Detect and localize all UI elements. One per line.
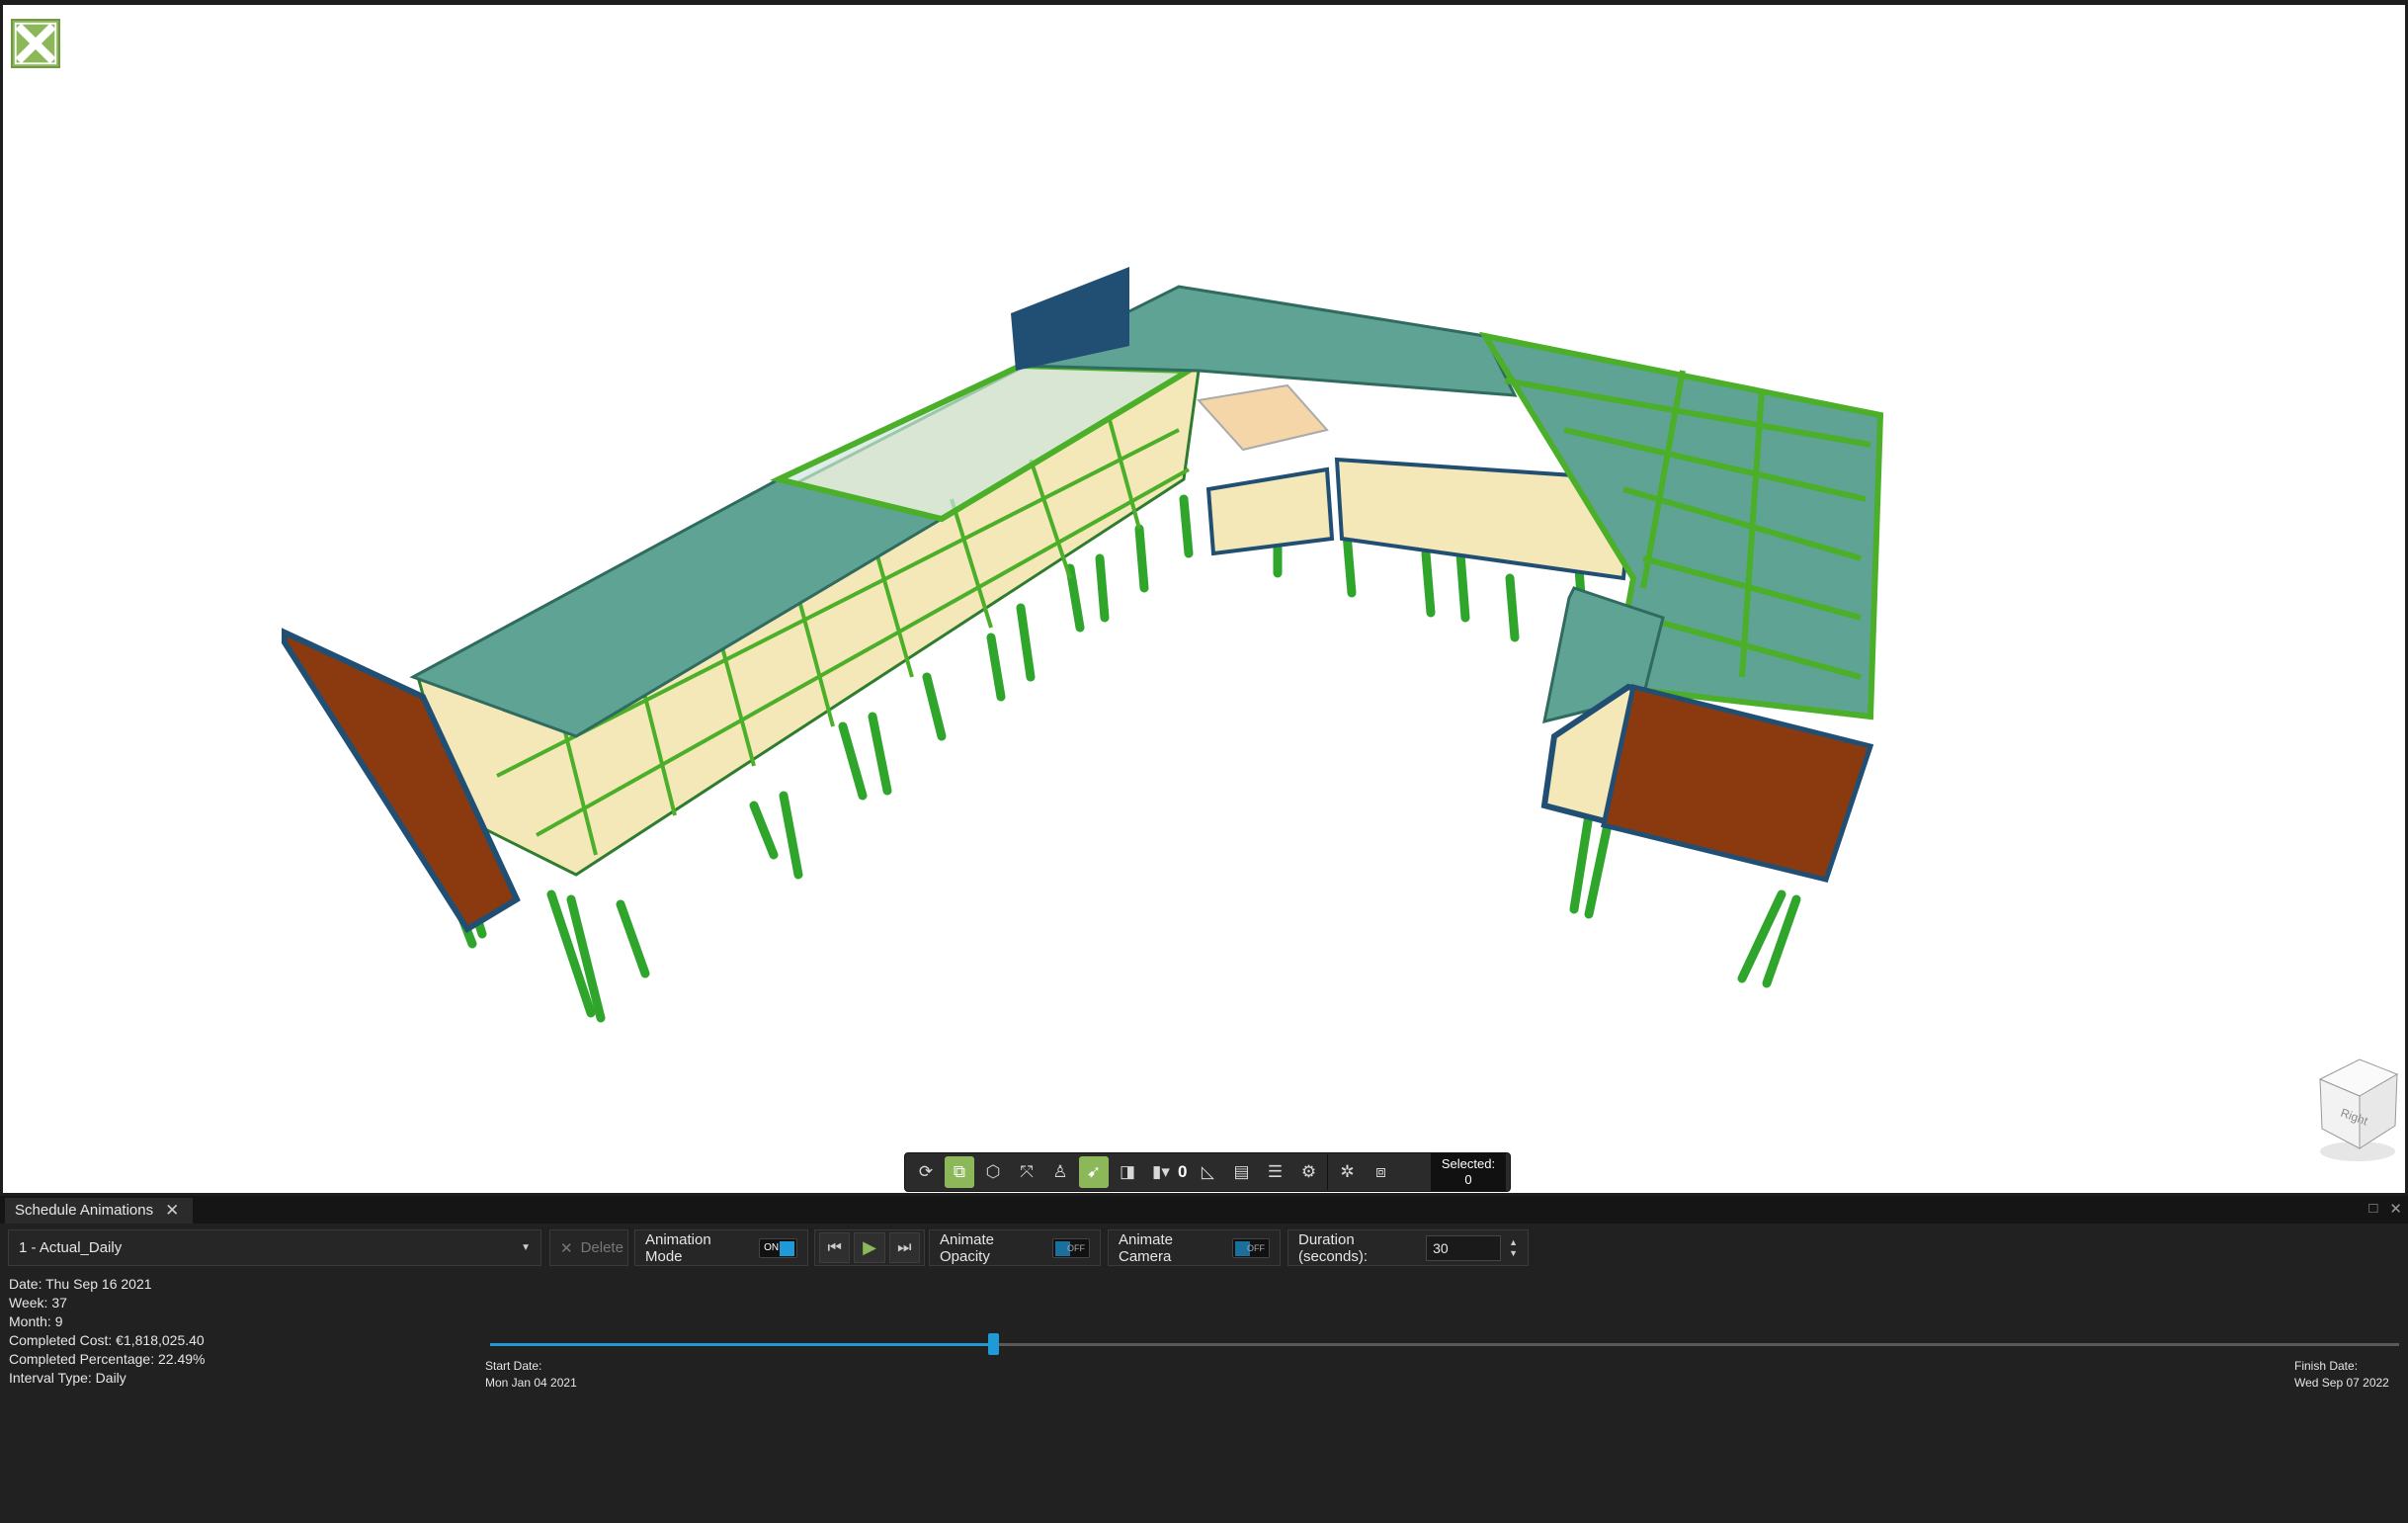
start-date-label: Start Date: [485,1359,542,1373]
walk-icon[interactable]: ♙ [1045,1156,1075,1188]
cube-icon[interactable]: ⧈ [1366,1156,1395,1188]
info-date: Date: Thu Sep 16 2021 [9,1276,152,1292]
info-month: Month: 9 [9,1313,63,1329]
animate-camera-state: OFF [1247,1242,1265,1253]
duration-label: Duration (seconds): [1298,1230,1369,1265]
duration-input[interactable] [1426,1234,1502,1261]
animate-camera-label: Animate Camera [1119,1230,1174,1265]
animation-mode-group: Animation Mode ON [634,1229,808,1266]
properties-icon[interactable]: ☰ [1260,1156,1289,1188]
selected-count-box: Selected: 0 [1431,1153,1506,1191]
fit-icon[interactable]: ⤧ [1012,1156,1041,1188]
layers-icon[interactable]: ▤ [1226,1156,1256,1188]
entrance-glazing [1205,466,1335,556]
3d-viewport[interactable]: ⟳ ⧉ ⬡ ⤧ ♙ ➹ ◨ ▮▾ 0 ◺ ▤ ☰ ⚙ ✲ ⧈ Selected:… [3,5,2405,1193]
toggle-knob [780,1240,794,1256]
hidden-count: 0 [1178,1162,1188,1181]
animation-mode-state: ON [764,1242,780,1253]
schedule-dropdown[interactable]: 1 - Actual_Daily ▼ [8,1229,541,1266]
isolate-icon[interactable]: ⬡ [978,1156,1008,1188]
delete-label: Delete [580,1239,623,1256]
pick-icon[interactable]: ➹ [1079,1156,1109,1188]
select-box-icon[interactable]: ⧉ [945,1156,974,1188]
finish-date-value: Wed Sep 07 2022 [2294,1376,2389,1390]
schedule-value: 1 - Actual_Daily [19,1239,123,1256]
view-cube[interactable]: Right [2310,1055,2401,1163]
panel-window-buttons: □ ✕ [2368,1200,2402,1218]
settings-icon[interactable]: ⚙ [1293,1156,1323,1188]
delete-button[interactable]: ✕ Delete [549,1229,628,1266]
explode-icon[interactable]: ✲ [1332,1156,1362,1188]
tab-schedule-animations[interactable]: Schedule Animations ✕ [5,1198,194,1224]
canopy-roof [1197,383,1329,452]
animate-opacity-label: Animate Opacity [940,1230,995,1265]
tab-label: Schedule Animations [15,1202,154,1219]
end-wall-east [1601,683,1874,883]
building-model[interactable] [3,5,2405,1193]
skip-back-icon[interactable]: ⏮ [819,1232,851,1263]
finish-date: Finish Date: Wed Sep 07 2022 [2294,1358,2389,1392]
animate-camera-group: Animate Camera OFF [1108,1229,1281,1266]
viewer-toolbar: ⟳ ⧉ ⬡ ⤧ ♙ ➹ ◨ ▮▾ 0 ◺ ▤ ☰ ⚙ ✲ ⧈ Selected:… [904,1152,1511,1192]
info-cost: Completed Cost: €1,818,025.40 [9,1332,205,1348]
schedule-animations-panel: 1 - Actual_Daily ▼ ✕ Delete Animation Mo… [0,1224,2408,1523]
rotate-icon[interactable]: ⟳ [911,1156,941,1188]
panel-close-icon[interactable]: ✕ [2389,1200,2402,1218]
finish-date-label: Finish Date: [2294,1359,2359,1373]
timeline-handle[interactable] [988,1333,1000,1355]
timeline-progress [490,1343,994,1346]
info-week: Week: 37 [9,1295,67,1311]
selected-label: Selected: [1441,1156,1496,1171]
schedule-info: Date: Thu Sep 16 2021 Week: 37 Month: 9 … [9,1275,205,1388]
selected-value: 0 [1464,1172,1472,1187]
section-icon[interactable]: ◨ [1113,1156,1142,1188]
x-icon: ✕ [560,1239,573,1257]
toolbar-divider [1327,1154,1329,1190]
play-icon[interactable]: ▶ [854,1232,885,1263]
duration-stepper[interactable]: ▲ ▼ [1509,1237,1518,1259]
chevron-down-icon: ▼ [521,1242,531,1253]
info-interval: Interval Type: Daily [9,1370,126,1386]
info-percentage: Completed Percentage: 22.49% [9,1351,206,1367]
start-date: Start Date: Mon Jan 04 2021 [485,1358,577,1392]
measure-icon[interactable]: ◺ [1193,1156,1222,1188]
close-icon[interactable]: ✕ [165,1198,179,1224]
stepper-up-icon[interactable]: ▲ [1509,1237,1518,1248]
animation-mode-toggle[interactable]: ON [759,1237,797,1258]
animate-opacity-toggle[interactable]: OFF [1052,1237,1090,1258]
stepper-down-icon[interactable]: ▼ [1509,1248,1518,1259]
start-date-value: Mon Jan 04 2021 [485,1376,577,1390]
animate-camera-toggle[interactable]: OFF [1232,1237,1270,1258]
duration-group: Duration (seconds): ▲▼ [1287,1229,1529,1266]
hide-icon[interactable]: ▮▾ [1146,1156,1176,1188]
timeline-slider[interactable] [490,1333,2399,1355]
playback-controls: ⏮ ▶ ⏭ [814,1229,925,1266]
skip-forward-icon[interactable]: ⏭ [888,1232,920,1263]
animation-mode-label: Animation Mode [645,1230,711,1265]
maximize-icon[interactable]: □ [2368,1200,2377,1218]
animate-opacity-group: Animate Opacity OFF [929,1229,1101,1266]
animate-opacity-state: OFF [1067,1242,1085,1253]
panel-tab-bar: Schedule Animations ✕ □ ✕ [0,1196,2408,1224]
